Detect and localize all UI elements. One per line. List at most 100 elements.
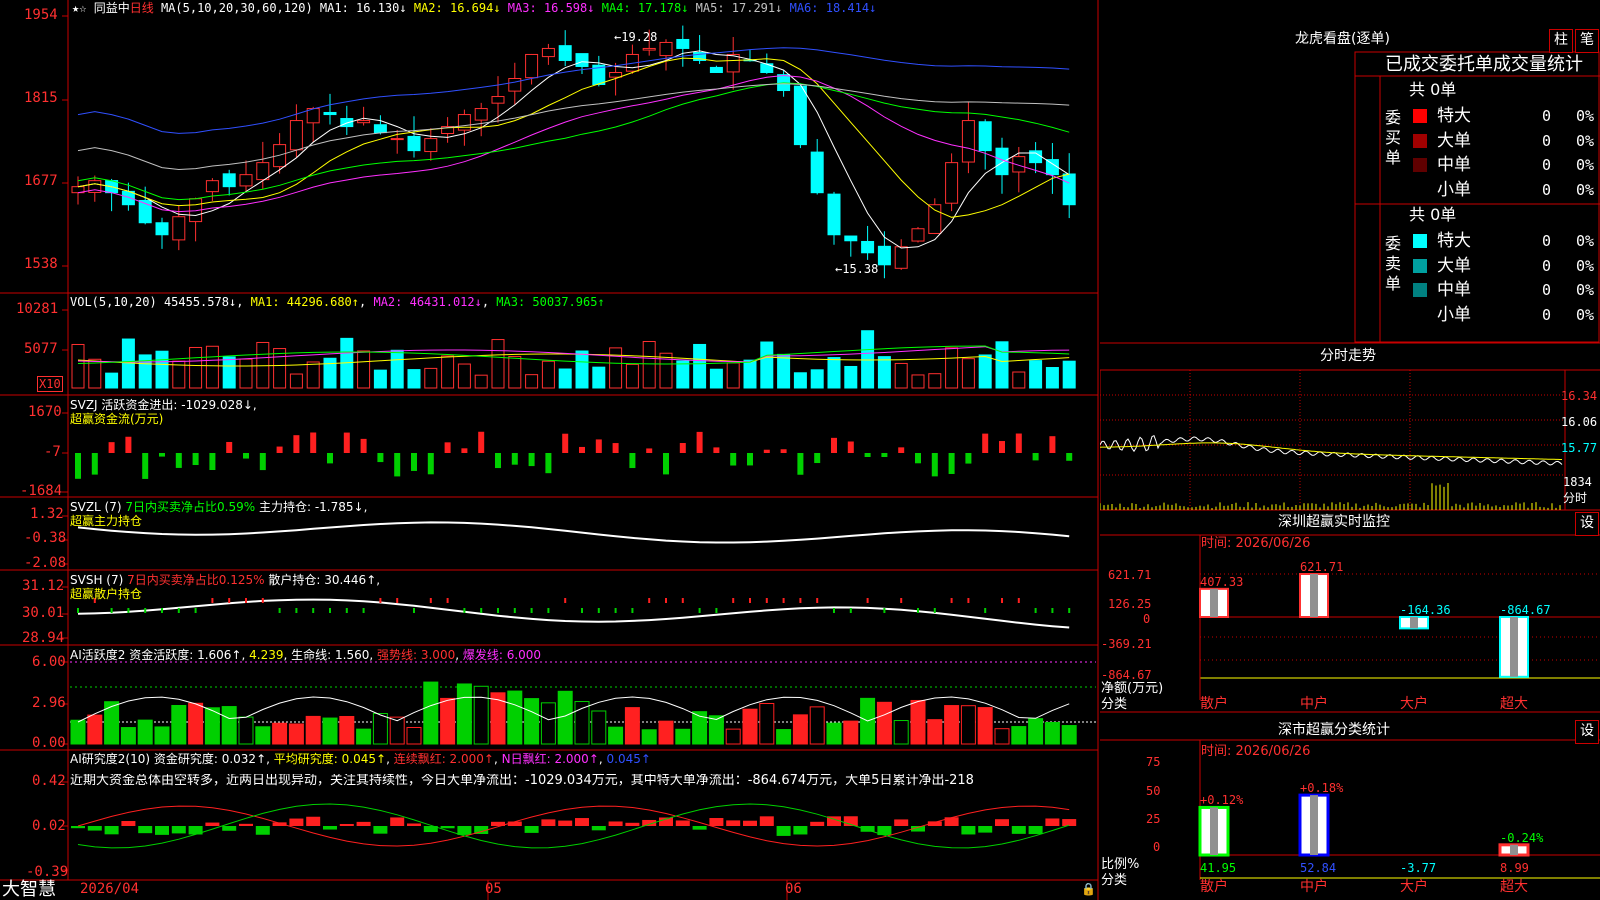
candle bbox=[861, 225, 875, 260]
research-bar bbox=[339, 823, 354, 826]
column-view-button[interactable]: 柱 bbox=[1549, 29, 1573, 53]
candle bbox=[155, 217, 169, 249]
low-price-mark: ←15.38 bbox=[835, 262, 879, 276]
sz-class-unit: 比例% bbox=[1101, 857, 1140, 872]
candle bbox=[474, 102, 488, 137]
sz-class-settings-button[interactable]: 设 bbox=[1575, 720, 1599, 744]
retail-tick bbox=[765, 598, 768, 603]
ma-line-60 bbox=[77, 83, 1070, 171]
candle bbox=[441, 117, 455, 143]
activity-bar bbox=[994, 728, 1010, 745]
ai-res-label: AI研究度2(10) bbox=[70, 752, 151, 766]
activity-bar bbox=[977, 707, 993, 745]
star-icon[interactable]: ★☆ bbox=[72, 1, 86, 15]
volume-bar bbox=[541, 360, 555, 389]
order-color-swatch bbox=[1413, 283, 1427, 297]
fund-flow-bar bbox=[209, 453, 216, 471]
vol-ma1: MA1: 44296.680↑ bbox=[250, 295, 360, 309]
order-type-label: 中单 bbox=[1437, 155, 1471, 175]
retail-tick bbox=[782, 598, 785, 603]
activity-bar bbox=[608, 726, 624, 745]
fund-flow-bar bbox=[696, 431, 703, 453]
research-bar bbox=[995, 819, 1009, 826]
volume-bar bbox=[709, 368, 723, 389]
retail-tick bbox=[1051, 608, 1054, 613]
buy-total: 共 0单 bbox=[1409, 80, 1457, 99]
fund-flow-bar bbox=[663, 453, 669, 475]
stock-name[interactable]: 同益中 bbox=[94, 1, 130, 15]
activity-bar bbox=[826, 722, 842, 745]
ai-res-y-1: 0.42 bbox=[32, 773, 66, 789]
volume-bar bbox=[373, 369, 387, 389]
retail-tick bbox=[849, 608, 852, 613]
sz-monitor-settings-button[interactable]: 设 bbox=[1575, 512, 1599, 536]
retail-tick bbox=[295, 608, 298, 613]
research-bar bbox=[1011, 826, 1026, 834]
period-label[interactable]: 日线 bbox=[130, 1, 154, 15]
ai-res-comment: 近期大资金总体由空转多，近两日出现异动，关注其持续性，今日大单净流出：-1029… bbox=[70, 774, 974, 788]
candle bbox=[239, 160, 253, 192]
candle-body bbox=[676, 38, 690, 49]
svsh-label: SVSH (7) bbox=[70, 573, 124, 587]
fund-flow-bar bbox=[125, 436, 132, 453]
activity-bar bbox=[372, 713, 388, 745]
ai-res-v3: 连续飘红: 2.000↑ bbox=[393, 752, 494, 766]
retail-tick bbox=[547, 608, 550, 613]
volume-bar bbox=[827, 357, 841, 389]
candle-body bbox=[172, 216, 186, 241]
vol-label: VOL(5,10,20) bbox=[70, 295, 157, 309]
order-type-label: 大单 bbox=[1437, 130, 1471, 151]
fund-flow-bar bbox=[780, 449, 787, 453]
sz-class-category-label: 超大 bbox=[1500, 879, 1528, 895]
kline-y-1: 1954 bbox=[24, 7, 58, 23]
candle bbox=[575, 53, 589, 75]
candle bbox=[424, 128, 438, 161]
retail-tick bbox=[429, 598, 432, 603]
volume-bar bbox=[105, 372, 119, 389]
right-panels-canvas[interactable] bbox=[1100, 0, 1600, 900]
volume-bar bbox=[911, 374, 925, 389]
ma-label: MA(5,10,20,30,60,120) bbox=[160, 1, 313, 15]
retail-tick bbox=[446, 598, 449, 603]
research-bar bbox=[1062, 819, 1077, 826]
fund-flow-bar bbox=[226, 441, 233, 453]
volume-bar bbox=[357, 350, 371, 389]
order-count: 0 bbox=[1542, 256, 1552, 275]
order-count: 0 bbox=[1542, 180, 1552, 199]
intraday-y-3: 15.77 bbox=[1561, 441, 1598, 455]
order-type-label: 小单 bbox=[1437, 179, 1471, 200]
svsh-y-2: 30.01 bbox=[22, 605, 65, 621]
activity-bar bbox=[272, 722, 288, 745]
vol-y-1: 10281 bbox=[16, 301, 59, 317]
activity-bar bbox=[557, 690, 573, 745]
lock-icon[interactable]: 🔒 bbox=[1081, 882, 1096, 896]
activity-bar bbox=[708, 715, 724, 745]
vol-unit-badge[interactable]: X10 bbox=[37, 376, 63, 392]
ai-res-y-3: -0.39 bbox=[26, 864, 69, 880]
app-name[interactable]: 大智慧 bbox=[2, 880, 56, 900]
candle-body bbox=[894, 246, 908, 269]
retail-tick bbox=[581, 608, 583, 613]
svzl-pos: 主力持仓: -1.785↓, bbox=[258, 500, 368, 514]
fund-flow-bar bbox=[814, 453, 821, 464]
sz-class-change-label: +0.12% bbox=[1200, 793, 1244, 808]
tick-view-button[interactable]: 笔 bbox=[1575, 29, 1599, 53]
kline-header: ★☆ 同益中日线 MA(5,10,20,30,60,120) MA1: 16.1… bbox=[72, 1, 876, 15]
intraday-vol-unit: 分时 bbox=[1563, 491, 1588, 505]
fund-flow-bar bbox=[881, 453, 888, 458]
svzl-y-3: -2.08 bbox=[24, 555, 67, 571]
fund-flow-bar bbox=[461, 448, 468, 453]
research-bar bbox=[1028, 826, 1043, 835]
ai-act-y-2: 2.96 bbox=[32, 695, 66, 711]
volume-bar bbox=[726, 362, 740, 389]
svsh-pos: 散户持仓: 30.446↑, bbox=[268, 573, 381, 587]
activity-bar bbox=[238, 716, 254, 745]
retail-tick bbox=[648, 598, 651, 603]
retail-tick bbox=[413, 608, 415, 613]
retail-tick bbox=[194, 608, 197, 613]
activity-bar bbox=[1061, 725, 1077, 745]
research-bar bbox=[709, 818, 724, 826]
candle bbox=[1045, 143, 1059, 194]
sz-monitor-bar-label: -164.36 bbox=[1400, 603, 1451, 617]
sz-monitor-y-label: -864.67 bbox=[1101, 668, 1152, 682]
